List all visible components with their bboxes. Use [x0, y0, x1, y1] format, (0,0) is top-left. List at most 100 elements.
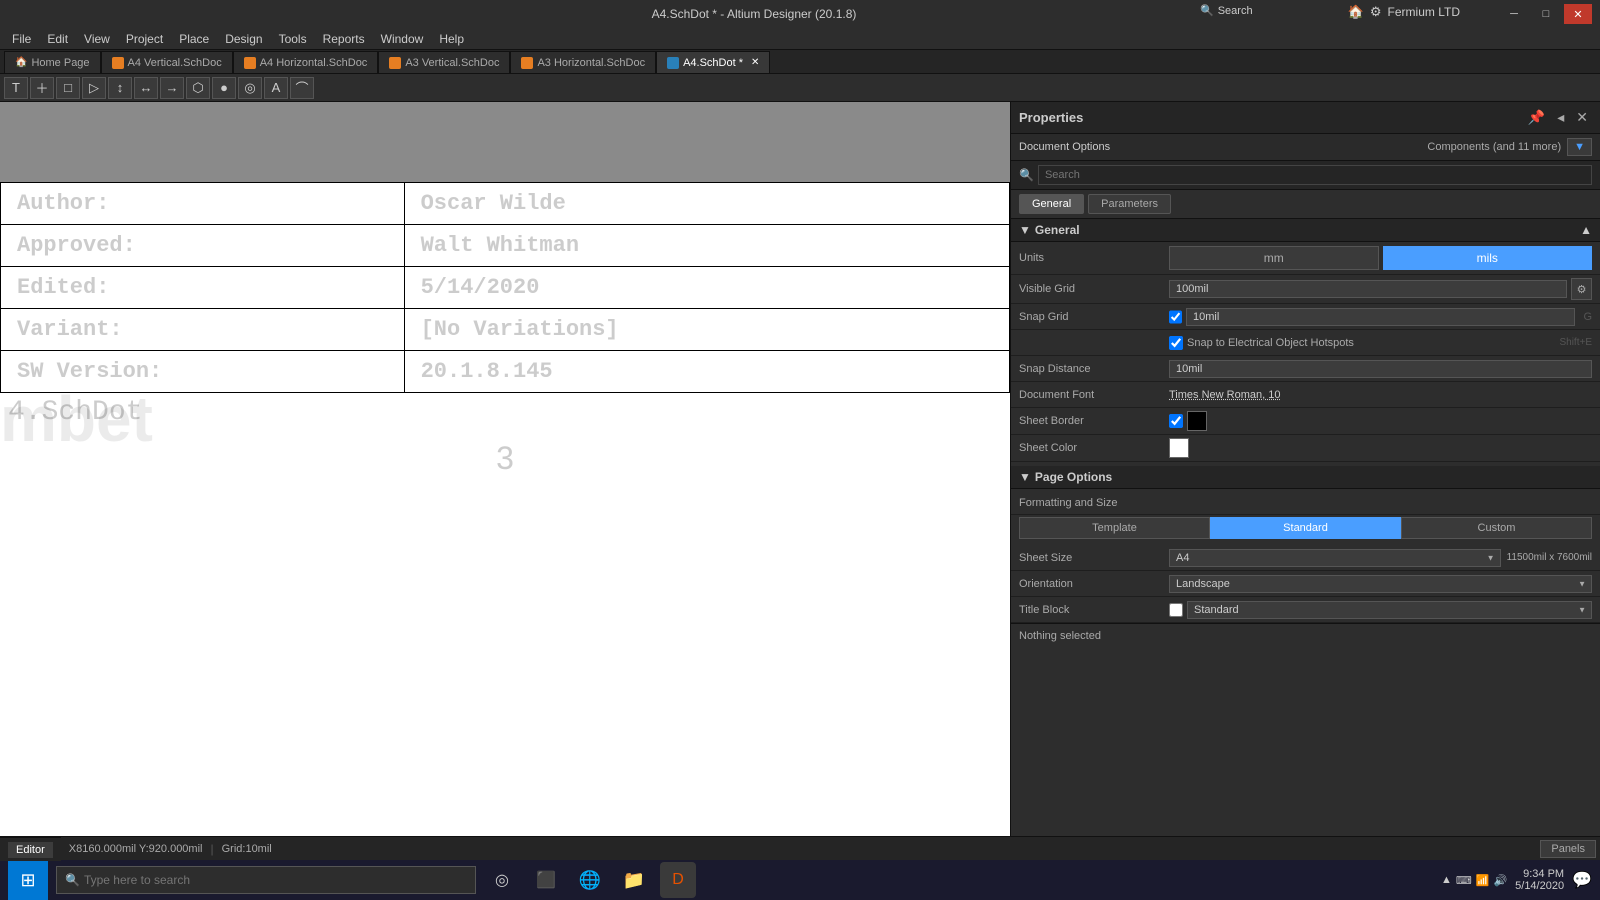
sheet-border-color[interactable] — [1187, 411, 1207, 431]
snap-electrical-area: Snap to Electrical Object Hotspots Shift… — [1169, 336, 1592, 350]
title-block-row: Title Block Standard ANSI — [1011, 597, 1600, 623]
menu-file[interactable]: File — [4, 28, 39, 50]
sheet-color-row: Sheet Color — [1011, 435, 1600, 462]
orientation-select[interactable]: Landscape Portrait — [1169, 575, 1592, 593]
editor-label[interactable]: Editor — [8, 842, 53, 858]
visible-grid-value-area: ⚙ — [1169, 278, 1592, 300]
toolbar-circle-btn[interactable]: ● — [212, 77, 236, 99]
taskbar-search-bar[interactable]: 🔍 — [56, 866, 476, 894]
clock-date: 5/14/2020 — [1515, 880, 1564, 892]
toolbar-text-btn[interactable]: T — [4, 77, 28, 99]
menu-tools[interactable]: Tools — [271, 28, 315, 50]
prop-search-input[interactable] — [1038, 165, 1592, 185]
visible-grid-row: Visible Grid ⚙ — [1011, 275, 1600, 304]
start-button[interactable]: ⊞ — [8, 860, 48, 900]
mm-button[interactable]: mm — [1169, 246, 1379, 270]
close-panel-icon[interactable]: ✕ — [1572, 109, 1592, 126]
browser-taskbar-btn[interactable]: 🌐 — [572, 862, 608, 898]
snap-electrical-checkbox[interactable] — [1169, 336, 1183, 350]
altium-taskbar-btn[interactable]: ⬛ — [528, 862, 564, 898]
menu-view[interactable]: View — [76, 28, 118, 50]
tab-a3-vertical[interactable]: A3 Vertical.SchDoc — [378, 51, 510, 73]
page-options-header[interactable]: ▼ Page Options — [1011, 466, 1600, 489]
expand-icon[interactable]: ◂ — [1553, 109, 1568, 126]
orientation-label: Orientation — [1019, 578, 1169, 590]
section-collapse[interactable]: ▲ — [1580, 223, 1592, 237]
template-button[interactable]: Template — [1019, 517, 1210, 539]
components-label: Components (and 11 more) — [1427, 141, 1561, 153]
title-block-label: Title Block — [1019, 604, 1169, 616]
speaker-icon: 🔊 — [1493, 874, 1507, 887]
task-view-button[interactable]: ◎ — [484, 862, 520, 898]
tab-a4-vertical[interactable]: A4 Vertical.SchDoc — [101, 51, 233, 73]
filter-button[interactable]: ▼ — [1567, 138, 1592, 156]
close-button[interactable]: ✕ — [1564, 4, 1592, 24]
toolbar-vert-btn[interactable]: ↕ — [108, 77, 132, 99]
standard-button[interactable]: Standard — [1210, 517, 1401, 539]
author-label: Author: — [1, 183, 405, 225]
custom-button[interactable]: Custom — [1401, 517, 1592, 539]
variant-value: [No Variations] — [404, 309, 1009, 351]
window-controls: ─ □ ✕ — [1500, 4, 1592, 24]
toolbar-arc-btn[interactable]: ⌒ — [290, 77, 314, 99]
toolbar-rect-btn[interactable]: □ — [56, 77, 80, 99]
a4dot-icon — [667, 57, 679, 69]
notification-icon[interactable]: 💬 — [1572, 870, 1592, 890]
sheet-border-checkbox[interactable] — [1169, 414, 1183, 428]
tray-up-icon[interactable]: ▲ — [1441, 874, 1452, 886]
toolbar-text2-btn[interactable]: A — [264, 77, 288, 99]
snap-distance-input[interactable] — [1169, 360, 1592, 378]
edited-label: Edited: — [1, 267, 405, 309]
menu-help[interactable]: Help — [431, 28, 472, 50]
snap-grid-checkbox[interactable] — [1169, 310, 1182, 324]
visible-grid-input[interactable] — [1169, 280, 1567, 298]
search-label: Search — [1218, 5, 1253, 17]
bottom-bar: Editor X8160.000mil Y:920.000mil | Grid:… — [0, 836, 1600, 860]
settings-icon[interactable]: ⚙ — [1370, 4, 1382, 20]
snap-distance-label: Snap Distance — [1019, 363, 1169, 375]
tab-close-icon[interactable]: ✕ — [751, 52, 759, 74]
menu-project[interactable]: Project — [118, 28, 171, 50]
general-section-header[interactable]: ▼ General ▲ — [1011, 219, 1600, 242]
toolbar-ring-btn[interactable]: ◎ — [238, 77, 262, 99]
sheet-color-swatch[interactable] — [1169, 438, 1189, 458]
toolbar-right-btn[interactable]: → — [160, 77, 184, 99]
mils-button[interactable]: mils — [1383, 246, 1593, 270]
panels-button[interactable]: Panels — [1540, 840, 1596, 858]
tab-a4-schdot[interactable]: A4.SchDot * ✕ — [656, 51, 770, 73]
table-row: SW Version: 20.1.8.145 — [1, 351, 1010, 393]
toolbar-horiz-btn[interactable]: ↔ — [134, 77, 158, 99]
menu-place[interactable]: Place — [171, 28, 217, 50]
tab-general[interactable]: General — [1019, 194, 1084, 214]
section-arrow: ▼ — [1019, 223, 1031, 237]
system-clock[interactable]: 9:34 PM 5/14/2020 — [1515, 868, 1564, 892]
minimize-button[interactable]: ─ — [1500, 4, 1528, 24]
sheet-size-select[interactable]: A4 A3 Letter — [1169, 549, 1501, 567]
pin-icon[interactable]: 📌 — [1524, 109, 1549, 126]
sheet-size-select-wrapper: A4 A3 Letter — [1169, 549, 1501, 567]
toolbar-arrow-btn[interactable]: ▷ — [82, 77, 106, 99]
menu-design[interactable]: Design — [217, 28, 270, 50]
title-bar-search[interactable]: 🔍 Search — [1200, 4, 1253, 17]
home-icon[interactable]: 🏠 — [1348, 4, 1364, 20]
toolbar-hex-btn[interactable]: ⬡ — [186, 77, 210, 99]
tab-home-page[interactable]: 🏠 Home Page — [4, 51, 101, 73]
tab-a3-horizontal[interactable]: A3 Horizontal.SchDoc — [510, 51, 656, 73]
snap-grid-row: Snap Grid G — [1011, 304, 1600, 330]
canvas-area[interactable]: mbet Author: Oscar Wilde Approved: Walt … — [0, 102, 1010, 836]
tab-parameters[interactable]: Parameters — [1088, 194, 1171, 214]
taskbar-search-input[interactable] — [84, 873, 467, 887]
snap-grid-input[interactable] — [1186, 308, 1575, 326]
tab-a4-horizontal[interactable]: A4 Horizontal.SchDoc — [233, 51, 379, 73]
menu-window[interactable]: Window — [373, 28, 432, 50]
title-block-select[interactable]: Standard ANSI — [1187, 601, 1592, 619]
a3h-icon — [521, 57, 533, 69]
toolbar-plus-btn[interactable]: ＋ — [30, 77, 54, 99]
menu-reports[interactable]: Reports — [315, 28, 373, 50]
title-block-checkbox[interactable] — [1169, 603, 1183, 617]
maximize-button[interactable]: □ — [1532, 4, 1560, 24]
visible-grid-btn[interactable]: ⚙ — [1571, 278, 1592, 300]
files-taskbar-btn[interactable]: 📁 — [616, 862, 652, 898]
d3-taskbar-btn[interactable]: D — [660, 862, 696, 898]
menu-edit[interactable]: Edit — [39, 28, 76, 50]
